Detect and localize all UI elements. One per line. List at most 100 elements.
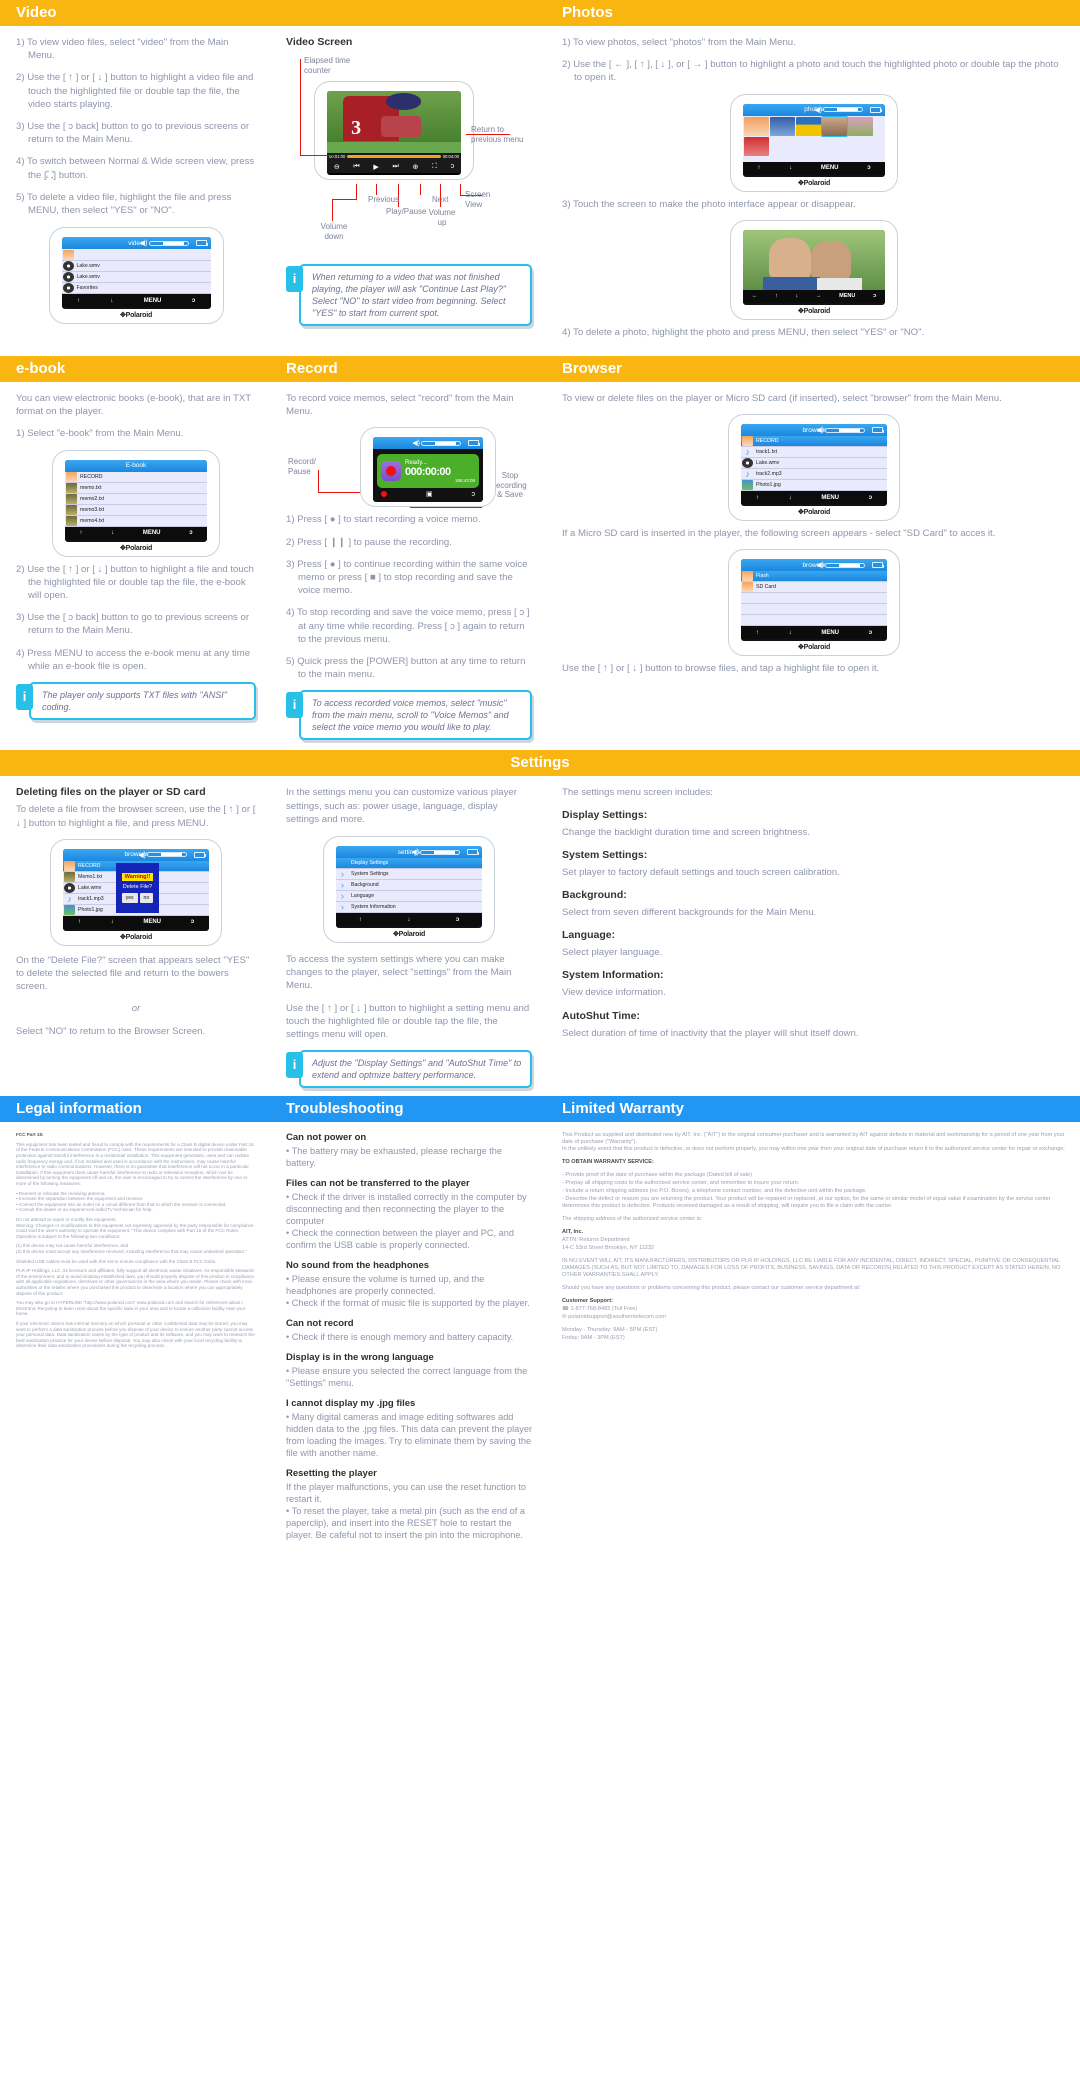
photo-thumb-selected[interactable] — [821, 115, 848, 137]
nav-back-icon[interactable]: ↄ — [869, 495, 872, 501]
warranty-address-2: 14-C 53rd Street Brooklyn, NY 11232 — [562, 1245, 655, 1252]
play-pause-icon[interactable]: ▶ — [373, 163, 378, 171]
nav-down-icon[interactable]: ↓ — [407, 917, 410, 923]
list-item[interactable] — [61, 249, 211, 262]
nav-menu-button[interactable]: MENU — [839, 293, 855, 299]
list-item[interactable]: › System Information — [336, 902, 482, 914]
list-item-label: Flash — [756, 573, 769, 580]
photo-grid — [743, 115, 885, 162]
progress-bar[interactable] — [347, 155, 441, 158]
support-phone[interactable]: ☎ 1-877-768-8483 (Toll Free) — [562, 1306, 1066, 1313]
photo-thumb[interactable] — [796, 116, 821, 136]
volume-up-icon[interactable]: ⊕ — [412, 163, 418, 171]
nav-menu-button[interactable]: MENU — [821, 495, 839, 501]
nav-down-icon[interactable]: ↓ — [789, 165, 792, 171]
list-item-label: Display Settings — [351, 860, 389, 867]
list-item[interactable]: Photo1.jpg — [741, 480, 887, 492]
list-item[interactable]: memo.txt — [65, 482, 207, 494]
leader-line — [420, 184, 421, 195]
photo-thumb[interactable] — [744, 136, 769, 156]
browser-outro: Use the [ ↑ ] or [ ↓ ] button to browse … — [562, 663, 880, 675]
nav-back-icon[interactable]: ↄ — [456, 917, 459, 923]
settings-item: AutoShut Time: Select duration of time o… — [562, 1010, 1066, 1040]
list-item[interactable]: ♪ track1.txt — [741, 447, 887, 459]
nav-right-icon[interactable]: → — [816, 293, 822, 299]
ebook-intro: You can view electronic books (e-book), … — [16, 393, 251, 418]
screen-view-icon[interactable]: ⛶ — [432, 163, 437, 171]
nav-up-icon[interactable]: ↑ — [77, 298, 80, 304]
list-item[interactable]: › Display Settings — [336, 858, 482, 870]
settings-item-body: Set player to factory default settings a… — [562, 866, 840, 878]
photo-thumb[interactable] — [848, 116, 873, 136]
brand-logo: ✥Polaroid — [119, 933, 153, 941]
nav-up-icon[interactable]: ↑ — [79, 530, 82, 536]
list-item[interactable]: Favorites — [61, 283, 211, 295]
film-icon — [62, 283, 74, 294]
record-step-3: 3) Press [ ● ] to continue recording wit… — [286, 558, 528, 597]
nav-menu-button[interactable]: MENU — [821, 630, 839, 636]
list-item[interactable]: › System Settings — [336, 869, 482, 881]
volume-down-icon[interactable]: ⊖ — [334, 163, 340, 171]
nav-down-icon[interactable]: ↓ — [110, 298, 113, 304]
photo-thumb[interactable] — [770, 116, 795, 136]
video-tip-callout: i When returning to a video that was not… — [286, 264, 532, 326]
list-item[interactable]: ♪ track2.mp3 — [741, 469, 887, 481]
list-item[interactable]: Flash — [741, 571, 887, 583]
nav-down-icon[interactable]: ↓ — [111, 530, 114, 536]
stop-icon[interactable]: ▣ — [426, 490, 433, 498]
list-item[interactable]: › Background — [336, 880, 482, 892]
nav-up-icon[interactable]: ↑ — [756, 495, 759, 501]
settings-item: System Settings: Set player to factory d… — [562, 849, 1066, 879]
list-item[interactable]: RECORD — [741, 436, 887, 448]
list-item[interactable]: Lake.wmv — [741, 458, 887, 470]
column-settings-descriptions: The settings menu screen includes: Displ… — [546, 776, 1080, 1088]
settings-delete-p1: To delete a file from the browser screen… — [16, 804, 256, 829]
nav-back-icon[interactable]: ↄ — [869, 630, 872, 636]
volume-bar — [147, 852, 187, 858]
nav-left-icon[interactable]: ← — [752, 293, 758, 299]
list-item-label: Lake.wmv — [78, 884, 102, 891]
device-navbar: ↑ ↓ MENU ↄ — [741, 626, 887, 640]
record-dot-icon[interactable] — [381, 491, 387, 498]
back-icon[interactable]: ↄ — [472, 491, 476, 498]
list-item[interactable]: memo4.txt — [65, 515, 207, 527]
nav-up-icon[interactable]: ↑ — [757, 165, 760, 171]
yes-button[interactable]: yes — [121, 892, 138, 903]
row-1-columns: 1) To view video files, select "video" f… — [0, 26, 1080, 348]
list-item[interactable]: RECORD — [65, 471, 207, 483]
nav-down-icon[interactable]: ↓ — [796, 293, 799, 299]
nav-back-icon[interactable]: ↄ — [191, 919, 194, 925]
previous-icon[interactable]: ⏮ — [353, 163, 359, 171]
return-back-icon[interactable]: ↄ — [451, 163, 455, 170]
nav-back-icon[interactable]: ↄ — [867, 165, 870, 171]
support-email[interactable]: ✉ polaroidsupport@southerntelecom.com — [562, 1314, 1066, 1321]
list-item[interactable]: › Language — [336, 891, 482, 903]
nav-menu-button[interactable]: MENU — [143, 919, 161, 925]
list-item[interactable]: memo2.txt — [65, 493, 207, 505]
nav-back-icon[interactable]: ↄ — [189, 530, 192, 536]
next-icon[interactable]: ⏭ — [392, 163, 398, 171]
label-previous: Previous — [368, 195, 400, 204]
no-button[interactable]: no — [139, 892, 154, 903]
nav-menu-button[interactable]: MENU — [144, 298, 162, 304]
nav-back-icon[interactable]: ↄ — [873, 293, 876, 299]
list-item-label: memo4.txt — [80, 517, 105, 524]
list-item[interactable]: Lake.wmv — [61, 272, 211, 284]
nav-menu-button[interactable]: MENU — [143, 530, 161, 536]
nav-down-icon[interactable]: ↓ — [789, 495, 792, 501]
nav-up-icon[interactable]: ↑ — [78, 919, 81, 925]
record-button[interactable] — [381, 461, 401, 482]
nav-down-icon[interactable]: ↓ — [789, 630, 792, 636]
nav-up-icon[interactable]: ↑ — [359, 917, 362, 923]
nav-back-icon[interactable]: ↄ — [192, 298, 195, 304]
list-item[interactable]: SD Card — [741, 582, 887, 594]
nav-up-icon[interactable]: ↑ — [756, 630, 759, 636]
list-item[interactable]: memo3.txt — [65, 504, 207, 516]
list-item[interactable]: Lake.wmv — [61, 261, 211, 273]
nav-down-icon[interactable]: ↓ — [111, 919, 114, 925]
nav-up-icon[interactable]: ↑ — [775, 293, 778, 299]
nav-menu-button[interactable]: MENU — [821, 165, 839, 171]
folder-thumb[interactable] — [744, 116, 769, 136]
column-browser: To view or delete files on the player or… — [546, 382, 1080, 740]
troubleshooting-head: Files can not be transferred to the play… — [286, 1178, 470, 1190]
